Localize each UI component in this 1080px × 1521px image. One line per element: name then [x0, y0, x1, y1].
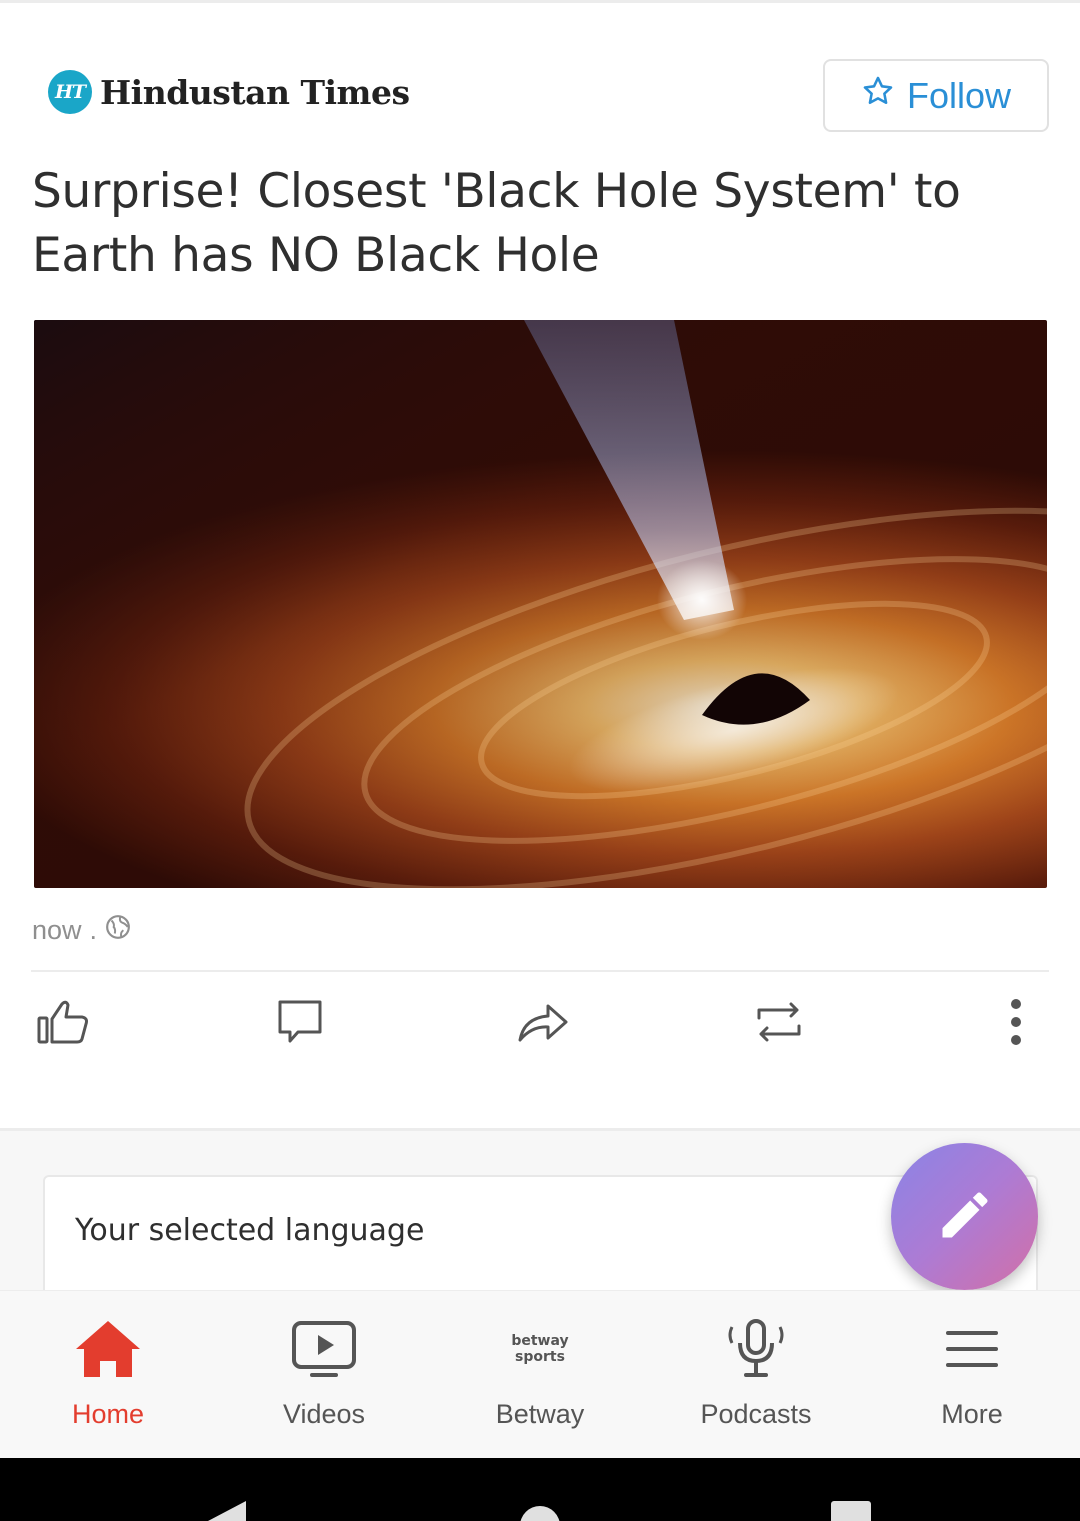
bottom-navigation: Home Videos betway sports Betway Podcasts…: [0, 1290, 1080, 1458]
star-icon: [861, 74, 895, 117]
nav-label-more: More: [941, 1399, 1003, 1429]
repost-button[interactable]: [749, 996, 809, 1052]
like-button[interactable]: [33, 996, 93, 1052]
comment-button[interactable]: [270, 996, 330, 1052]
article-title[interactable]: Surprise! Closest 'Black Hole System' to…: [32, 160, 1052, 288]
microphone-icon: [720, 1317, 792, 1381]
nav-label-home: Home: [71, 1399, 145, 1429]
thumbs-up-icon: [35, 996, 91, 1052]
system-back-button[interactable]: [208, 1501, 246, 1521]
follow-button[interactable]: Follow: [823, 59, 1049, 132]
timestamp: now: [32, 915, 82, 945]
more-vertical-icon: [988, 996, 1044, 1052]
betway-logo-text-2: sports: [515, 1349, 565, 1365]
share-button[interactable]: [512, 996, 572, 1052]
meta-separator: .: [89, 915, 98, 945]
nav-item-more[interactable]: More: [864, 1291, 1080, 1459]
nav-item-betway[interactable]: betway sports Betway: [432, 1291, 648, 1459]
meta-divider: [31, 970, 1049, 972]
betway-sports-logo: betway sports: [504, 1317, 576, 1381]
follow-label: Follow: [906, 74, 1012, 116]
compose-fab[interactable]: [891, 1143, 1038, 1290]
system-recents-button[interactable]: [831, 1501, 871, 1521]
repost-icon: [751, 996, 807, 1052]
article-image[interactable]: [34, 320, 1047, 888]
status-divider: [0, 0, 1080, 3]
nav-item-podcasts[interactable]: Podcasts: [648, 1291, 864, 1459]
pencil-icon: [935, 1185, 995, 1249]
language-card[interactable]: Your selected language: [43, 1175, 1038, 1290]
home-icon: [72, 1317, 144, 1381]
system-navigation-bar: [0, 1458, 1080, 1521]
language-card-label: Your selected language: [75, 1213, 425, 1248]
publisher-name: Hindustan Times: [100, 72, 410, 112]
betway-logo-text-1: betway: [511, 1333, 568, 1349]
more-options-button[interactable]: [986, 996, 1046, 1052]
nav-label-videos: Videos: [282, 1399, 366, 1429]
publisher-logo[interactable]: HT Hindustan Times: [48, 70, 410, 114]
article-meta: now .: [32, 914, 131, 947]
nav-label-betway: Betway: [495, 1399, 585, 1429]
ht-badge-icon: HT: [48, 70, 92, 114]
share-icon: [514, 996, 570, 1052]
globe-icon: [105, 914, 131, 947]
nav-item-videos[interactable]: Videos: [216, 1291, 432, 1459]
nav-label-podcasts: Podcasts: [700, 1399, 812, 1429]
video-icon: [288, 1317, 360, 1381]
nav-item-home[interactable]: Home: [0, 1291, 216, 1459]
comment-icon: [272, 996, 328, 1052]
menu-icon: [936, 1317, 1008, 1381]
system-home-button[interactable]: [520, 1506, 560, 1521]
